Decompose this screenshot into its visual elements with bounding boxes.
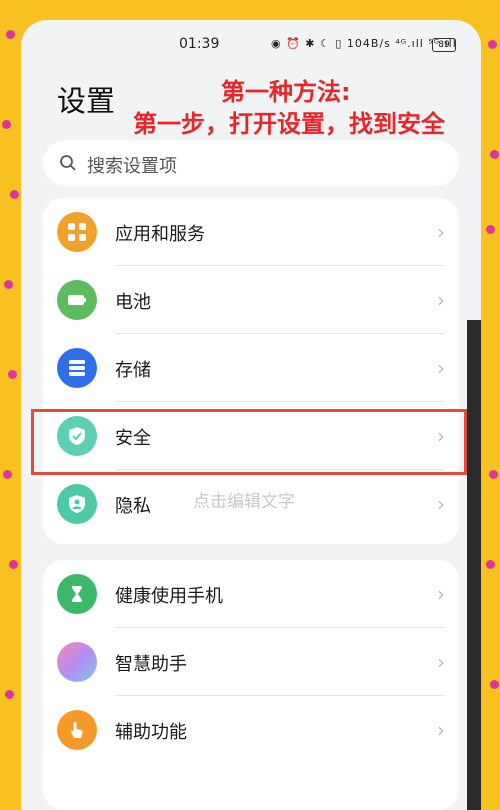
hand-icon bbox=[57, 710, 97, 750]
settings-item-storage[interactable]: 存储 › bbox=[43, 334, 459, 402]
storage-icon bbox=[57, 348, 97, 388]
chevron-right-icon: › bbox=[437, 718, 445, 742]
settings-item-accessibility[interactable]: 辅助功能 › bbox=[43, 696, 459, 764]
settings-item-assistant[interactable]: 智慧助手 › bbox=[43, 628, 459, 696]
battery-icon bbox=[57, 280, 97, 320]
hourglass-icon bbox=[57, 574, 97, 614]
chevron-right-icon: › bbox=[437, 650, 445, 674]
settings-item-digital-balance[interactable]: 健康使用手机 › bbox=[43, 560, 459, 628]
status-icons: ◉ ⏰ ✱ ☾ ▯ 104B/s ⁴ᴳ.ıll ⁵ᴳ.ıll bbox=[271, 37, 457, 50]
settings-item-label: 电池 bbox=[115, 292, 151, 313]
chevron-right-icon: › bbox=[437, 220, 445, 244]
settings-item-label: 存储 bbox=[115, 360, 151, 381]
chevron-right-icon: › bbox=[437, 582, 445, 606]
status-time: 01:39 bbox=[179, 36, 220, 52]
settings-item-label: 应用和服务 bbox=[115, 224, 205, 245]
phone-screen: 01:39 ◉ ⏰ ✱ ☾ ▯ 104B/s ⁴ᴳ.ıll ⁵ᴳ.ıll 89 … bbox=[21, 20, 481, 810]
phone-edge bbox=[467, 320, 481, 810]
watermark-text: 点击编辑文字 bbox=[193, 492, 295, 512]
settings-item-battery[interactable]: 电池 › bbox=[43, 266, 459, 334]
chevron-right-icon: › bbox=[437, 288, 445, 312]
apps-icon bbox=[57, 212, 97, 252]
search-icon bbox=[60, 155, 76, 171]
settings-item-label: 健康使用手机 bbox=[115, 586, 223, 607]
settings-item-apps[interactable]: 应用和服务 › bbox=[43, 198, 459, 266]
annotation-line-2: 第一步，打开设置，找到安全 bbox=[133, 110, 445, 138]
status-bar: 01:39 ◉ ⏰ ✱ ☾ ▯ 104B/s ⁴ᴳ.ıll ⁵ᴳ.ıll 89 bbox=[21, 34, 481, 58]
security-highlight-box bbox=[31, 409, 467, 475]
annotation-line-1: 第一种方法: bbox=[221, 78, 351, 106]
search-placeholder: 搜索设置项 bbox=[87, 156, 177, 177]
privacy-icon bbox=[57, 484, 97, 524]
assistant-icon bbox=[57, 642, 97, 682]
settings-item-label: 智慧助手 bbox=[115, 654, 187, 675]
settings-group-2: 健康使用手机 › 智慧助手 › 辅助功能 › bbox=[43, 560, 459, 810]
settings-item-label: 辅助功能 bbox=[115, 722, 187, 743]
page-title: 设置 bbox=[57, 84, 116, 118]
settings-item-label: 隐私 bbox=[115, 496, 151, 517]
chevron-right-icon: › bbox=[437, 492, 445, 516]
battery-indicator: 89 bbox=[432, 38, 456, 52]
search-input[interactable]: 搜索设置项 bbox=[43, 140, 459, 186]
chevron-right-icon: › bbox=[437, 356, 445, 380]
